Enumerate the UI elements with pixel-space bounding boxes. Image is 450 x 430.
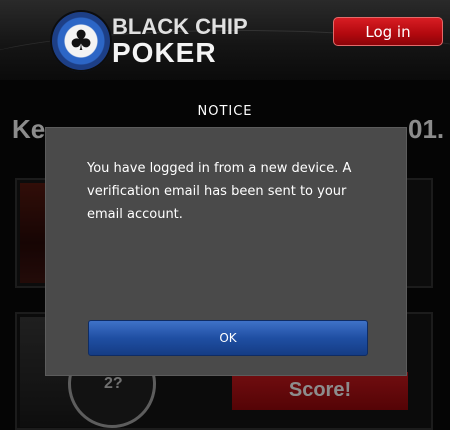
modal-title: NOTICE (197, 104, 253, 119)
brand-name-bottom: POKER (112, 37, 217, 68)
ok-button[interactable]: OK (88, 320, 368, 356)
login-button[interactable]: Log in (333, 17, 443, 46)
club-suit-icon: ♣ (68, 24, 94, 57)
poker-chip-logo-icon[interactable]: ♣ (50, 10, 112, 72)
modal-message: You have logged in from a new device. A … (87, 161, 352, 222)
site-header: ♣ BLACK CHIP POKER Log in (0, 0, 450, 80)
